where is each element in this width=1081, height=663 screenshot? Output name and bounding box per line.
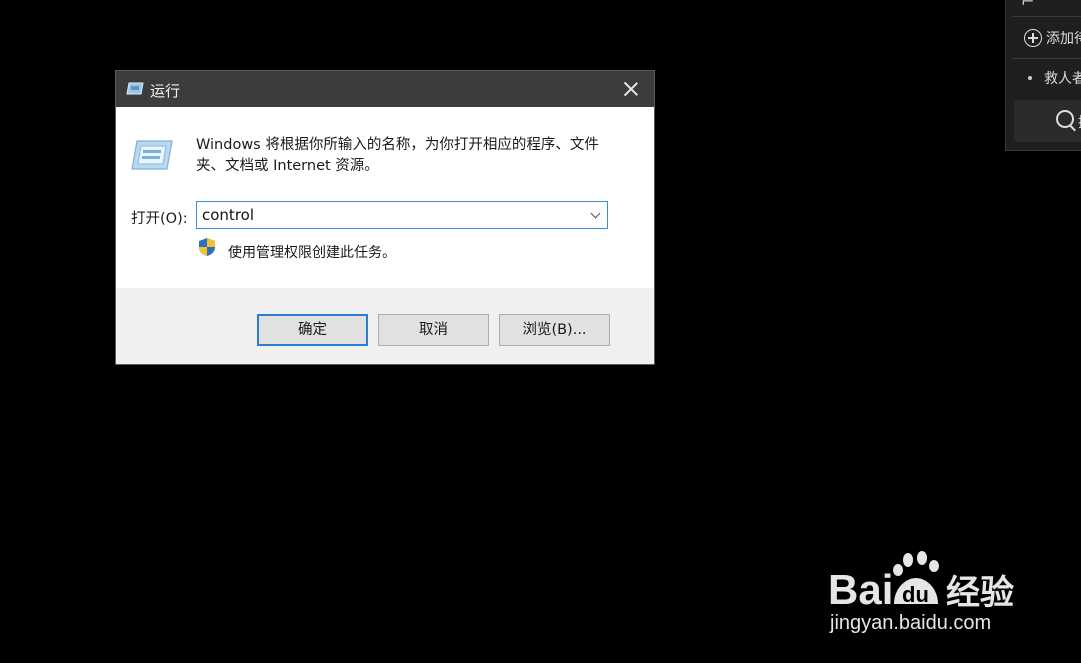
run-dialog: 运行 Windows 将根据你所输入的名称，为你打开相应的程序、文件夹、文档或 …: [115, 70, 655, 365]
divider: [1012, 16, 1081, 17]
svg-text:Bai: Bai: [828, 566, 893, 608]
dialog-title: 运行: [150, 82, 181, 100]
crop-icon[interactable]: ⌐: [1021, 0, 1041, 12]
close-button[interactable]: [608, 71, 654, 107]
chevron-down-icon[interactable]: [590, 208, 601, 219]
open-input-value[interactable]: control: [202, 206, 254, 224]
uac-shield-icon: [199, 238, 215, 256]
search-icon: [1056, 110, 1074, 128]
list-item-label: 救人者: [1044, 71, 1081, 87]
list-item[interactable]: 救人者: [1028, 68, 1081, 88]
open-label: 打开(O):: [131, 211, 188, 227]
title-bar[interactable]: 运行: [116, 71, 654, 107]
run-app-icon: [126, 82, 144, 95]
svg-text:du: du: [902, 582, 929, 607]
ok-button[interactable]: 确定: [257, 314, 368, 346]
svg-text:经验: 经验: [946, 573, 1014, 608]
cancel-button[interactable]: 取消: [378, 314, 489, 346]
side-top-row: ⌐: [1021, 0, 1081, 12]
baidu-logo: Bai du 经验: [828, 551, 1014, 608]
baidu-jingyan-watermark: Bai du 经验 jingyan.baidu.com: [828, 548, 1028, 643]
button-bar: 确定 取消 浏览(B)...: [116, 288, 654, 364]
run-icon: [131, 140, 173, 170]
open-combobox[interactable]: control: [196, 201, 608, 229]
search-button[interactable]: 搜: [1014, 100, 1081, 142]
bullet-icon: [1028, 76, 1032, 80]
watermark-url: jingyan.baidu.com: [830, 612, 992, 634]
add-item[interactable]: 添加待: [1024, 28, 1081, 48]
admin-notice: 使用管理权限创建此任务。: [228, 245, 396, 261]
browse-button[interactable]: 浏览(B)...: [499, 314, 610, 346]
close-icon: [623, 81, 639, 97]
divider: [1012, 58, 1081, 59]
description-text: Windows 将根据你所输入的名称，为你打开相应的程序、文件夹、文档或 Int…: [196, 137, 599, 174]
side-panel: ⌐ 添加待 救人者 搜: [1005, 0, 1081, 151]
plus-circle-icon: [1024, 29, 1042, 47]
add-item-label: 添加待: [1046, 31, 1081, 47]
